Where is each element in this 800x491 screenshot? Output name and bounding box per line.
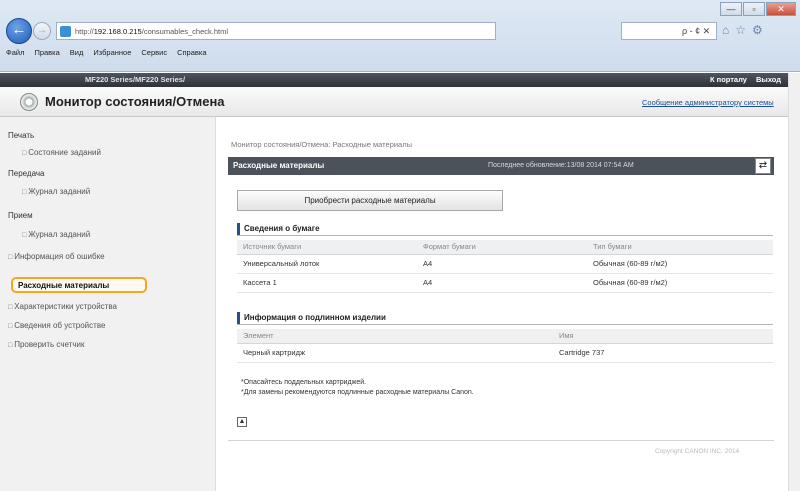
- device-header: MF220 Series/MF220 Series/ К порталу Вых…: [0, 73, 796, 87]
- sidebar-item-job-status[interactable]: Состояние заданий: [22, 148, 101, 157]
- sidebar-item-receive-log[interactable]: Журнал заданий: [22, 230, 90, 239]
- table-row: Черный картридж Cartridge 737: [237, 343, 773, 363]
- note-genuine: *Для замены рекомендуются подлинные расх…: [241, 389, 474, 396]
- paper-info-section: Сведения о бумаге: [237, 222, 773, 236]
- sidebar-item-consumables-label: Расходные материалы: [18, 281, 110, 290]
- maximize-button[interactable]: ▫: [743, 2, 765, 16]
- sidebar-group-send: Передача: [8, 169, 45, 178]
- paper-col-type: Тип бумаги: [587, 240, 773, 255]
- title-bar: Монитор состояния/Отмена Сообщение админ…: [0, 87, 788, 117]
- sidebar-item-device-features[interactable]: Характеристики устройства: [8, 302, 117, 311]
- paper-source-cell: Кассета 1: [237, 273, 417, 293]
- minimize-button[interactable]: —: [720, 2, 742, 16]
- paper-col-source: Источник бумаги: [237, 240, 417, 255]
- logout-link[interactable]: Выход: [756, 73, 781, 87]
- address-bar[interactable]: http://192.168.0.215/consumables_check.h…: [56, 22, 496, 40]
- paper-col-size: Формат бумаги: [417, 240, 587, 255]
- copyright: Copyright CANON INC. 2014: [655, 448, 740, 455]
- last-update-timestamp: Последнее обновление:13/08 2014 07:54 AM: [488, 162, 634, 169]
- browser-chrome: — ▫ ✕ ← → http://192.168.0.215/consumabl…: [0, 0, 800, 72]
- window-controls: — ▫ ✕: [720, 2, 796, 16]
- menu-favorites[interactable]: Избранное: [93, 48, 131, 57]
- sidebar-group-print: Печать: [8, 131, 35, 140]
- panel-title: Расходные материалы: [233, 161, 325, 170]
- paper-table: Источник бумаги Формат бумаги Тип бумаги…: [237, 240, 773, 293]
- navigation-bar: ← → http://192.168.0.215/consumables_che…: [6, 18, 796, 44]
- table-row: Универсальный лоток A4 Обычная (60-89 г/…: [237, 254, 773, 274]
- admin-message-link[interactable]: Сообщение администратору системы: [642, 98, 774, 107]
- site-favicon-icon: [60, 25, 71, 37]
- paper-type-cell: Обычная (60-89 г/м2): [587, 254, 773, 274]
- genuine-product-heading: Информация о подлинном изделии: [244, 313, 386, 322]
- sidebar-item-check-counter[interactable]: Проверить счетчик: [8, 340, 84, 349]
- paper-info-heading: Сведения о бумаге: [244, 224, 320, 233]
- forward-button[interactable]: →: [33, 22, 51, 40]
- close-button[interactable]: ✕: [766, 2, 796, 16]
- address-actions[interactable]: ρ - ¢ ✕: [621, 22, 717, 40]
- back-button[interactable]: ←: [6, 18, 32, 44]
- menu-edit[interactable]: Правка: [34, 48, 59, 57]
- sidebar-item-error-info[interactable]: Информация об ошибке: [8, 252, 104, 261]
- cartridge-col-name: Имя: [553, 329, 773, 344]
- page-scrollbar[interactable]: [788, 73, 800, 491]
- cartridge-table: Элемент Имя Черный картридж Cartridge 73…: [237, 329, 773, 363]
- menu-tools[interactable]: Сервис: [141, 48, 167, 57]
- table-row: Кассета 1 A4 Обычная (60-89 г/м2): [237, 273, 773, 293]
- address-path: /consumables_check.html: [141, 26, 229, 36]
- page-top-icon[interactable]: ▲: [237, 417, 247, 427]
- address-prefix: http://: [75, 26, 94, 36]
- genuine-product-section: Информация о подлинном изделии: [237, 311, 773, 325]
- sidebar-group-receive: Прием: [8, 211, 33, 220]
- sidebar-item-send-log[interactable]: Журнал заданий: [22, 187, 90, 196]
- paper-source-cell: Универсальный лоток: [237, 254, 417, 274]
- sidebar-item-consumables[interactable]: Расходные материалы: [11, 277, 147, 293]
- browser-menu: Файл Правка Вид Избранное Сервис Справка: [6, 48, 207, 57]
- breadcrumb: Монитор состояния/Отмена: Расходные мате…: [231, 140, 412, 149]
- cartridge-col-element: Элемент: [237, 329, 553, 344]
- buy-consumables-button[interactable]: Приобрести расходные материалы: [237, 190, 503, 211]
- address-host: 192.168.0.215: [93, 26, 142, 36]
- sidebar: Печать Состояние заданий Передача Журнал…: [0, 117, 216, 491]
- page-title: Монитор состояния/Отмена: [45, 94, 225, 109]
- cartridge-element-cell: Черный картридж: [237, 343, 553, 363]
- menu-view[interactable]: Вид: [70, 48, 84, 57]
- settings-gear-icon[interactable]: ⚙: [752, 23, 763, 37]
- paper-size-cell: A4: [417, 254, 587, 274]
- consumables-panel-header: Расходные материалы Последнее обновление…: [228, 157, 774, 175]
- menu-file[interactable]: Файл: [6, 48, 24, 57]
- favorites-star-icon[interactable]: ☆: [735, 23, 746, 37]
- home-icon[interactable]: ⌂: [722, 23, 729, 37]
- device-model: MF220 Series/MF220 Series/: [85, 75, 186, 84]
- sidebar-item-device-info[interactable]: Сведения об устройстве: [8, 321, 105, 330]
- note-counterfeit: *Опасайтесь поддельных картриджей.: [241, 379, 367, 386]
- browser-tools: ⌂ ☆ ⚙: [722, 23, 763, 37]
- menu-help[interactable]: Справка: [177, 48, 206, 57]
- status-monitor-icon: [20, 93, 38, 111]
- paper-type-cell: Обычная (60-89 г/м2): [587, 273, 773, 293]
- cartridge-name-cell: Cartridge 737: [553, 343, 773, 363]
- footer-divider: [228, 440, 774, 441]
- refresh-icon[interactable]: ⇄: [755, 158, 771, 174]
- notes: *Опасайтесь поддельных картриджей. *Для …: [241, 378, 474, 398]
- paper-size-cell: A4: [417, 273, 587, 293]
- portal-link[interactable]: К порталу: [710, 73, 747, 87]
